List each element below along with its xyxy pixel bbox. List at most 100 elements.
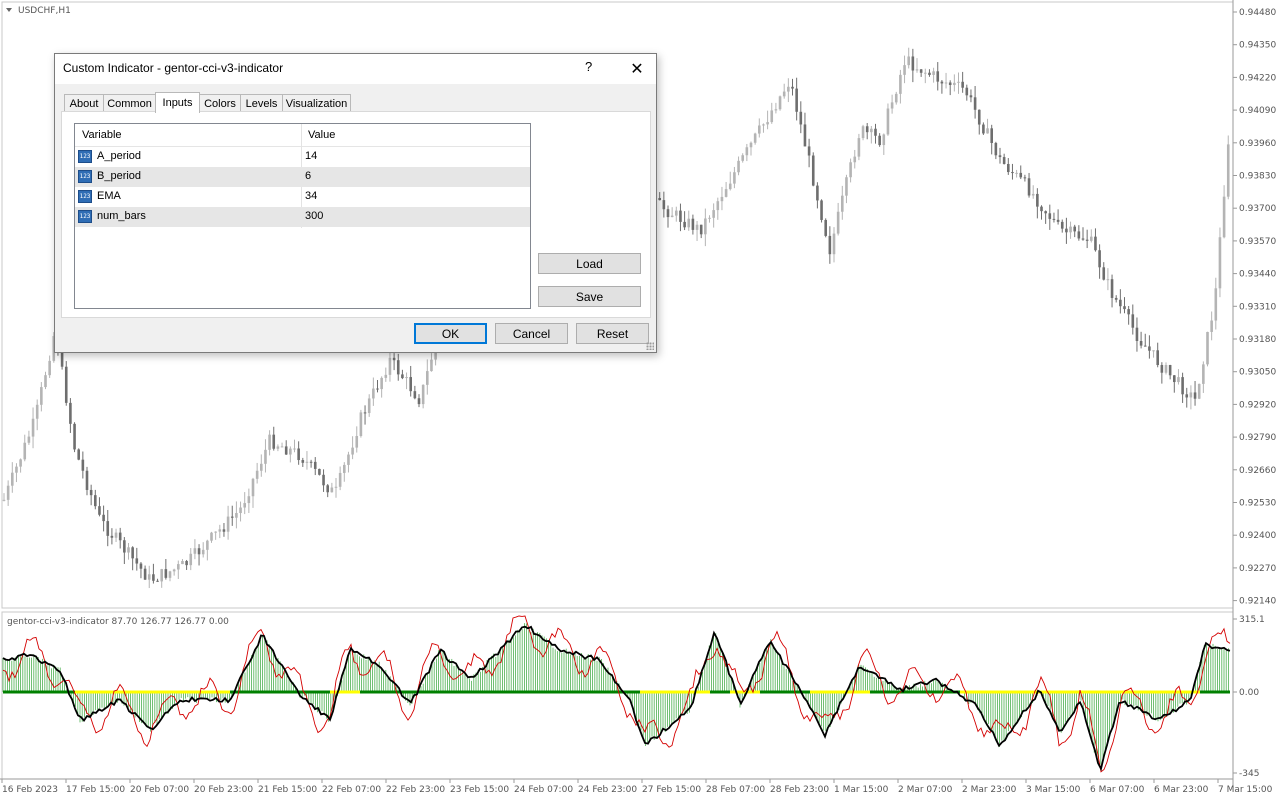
candle-body (728, 183, 732, 190)
candle-body (396, 360, 400, 375)
candle-body (724, 189, 728, 197)
time-tick-label: 20 Feb 23:00 (194, 785, 253, 795)
tab-about[interactable]: About (64, 94, 104, 112)
tab-inputs[interactable]: Inputs (155, 92, 200, 113)
reset-button[interactable]: Reset (576, 323, 649, 344)
time-tick-label: 6 Mar 23:00 (1154, 785, 1209, 795)
candle-body (405, 377, 408, 379)
candle-body (753, 133, 757, 143)
dropdown-triangle-icon[interactable] (6, 8, 12, 12)
candle-body (749, 142, 753, 148)
candle-body (1189, 392, 1193, 398)
candle-body (770, 110, 774, 123)
column-header-variable[interactable]: Variable (82, 129, 122, 141)
load-button[interactable]: Load (538, 253, 641, 274)
close-icon[interactable]: ✕ (623, 55, 651, 81)
tab-levels[interactable]: Levels (240, 94, 283, 112)
candle-body (64, 366, 68, 403)
candle-body (268, 434, 271, 450)
candle-body (878, 135, 881, 146)
integer-type-icon: 123 (78, 210, 92, 223)
candle-body (795, 88, 798, 112)
candle-body (924, 72, 927, 74)
candle-body (907, 56, 910, 66)
candle-body (214, 531, 217, 533)
candle-body (745, 147, 749, 156)
candle-body (218, 529, 222, 532)
candle-body (1164, 364, 1168, 373)
candle-body (903, 65, 906, 75)
candle-body (1077, 231, 1081, 239)
time-tick-label: 22 Feb 07:00 (322, 785, 381, 795)
integer-type-icon: 123 (78, 190, 92, 203)
candle-body (1073, 226, 1076, 232)
time-tick-label: 21 Feb 15:00 (258, 785, 317, 795)
candle-body (1139, 341, 1143, 346)
candle-body (77, 449, 80, 460)
candle-body (367, 398, 371, 414)
candle-body (899, 74, 902, 94)
price-tick-label: 0.92270 (1239, 564, 1276, 574)
row-value[interactable]: 14 (305, 150, 317, 162)
table-row[interactable]: 123 EMA 34 (75, 187, 530, 207)
candle-body (1197, 383, 1201, 399)
table-row[interactable]: 123 A_period 14 (75, 147, 530, 167)
candle-body (1185, 394, 1189, 398)
candle-body (85, 470, 89, 490)
candle-body (23, 442, 27, 460)
candle-body (948, 82, 952, 86)
tab-common[interactable]: Common (103, 94, 156, 112)
candle-body (758, 125, 761, 134)
price-tick-label: 0.93570 (1239, 237, 1276, 247)
candle-body (961, 81, 964, 88)
table-row[interactable]: 123 B_period 6 (75, 167, 530, 187)
candle-body (919, 69, 923, 73)
price-tick-label: 0.93310 (1239, 302, 1276, 312)
candle-body (1123, 306, 1126, 310)
candle-body (338, 472, 342, 487)
row-value[interactable]: 300 (305, 210, 323, 222)
inputs-panel: Variable Value 123 A_period 14 123 B_per… (61, 111, 651, 318)
tab-colors[interactable]: Colors (199, 94, 241, 112)
candle-body (720, 196, 724, 202)
custom-indicator-dialog: Custom Indicator - gentor-cci-v3-indicat… (54, 53, 657, 353)
candle-body (181, 561, 184, 565)
candle-body (143, 568, 147, 580)
candle-body (1098, 250, 1101, 268)
ok-button[interactable]: OK (414, 323, 487, 344)
candle-body (969, 95, 973, 98)
dialog-title: Custom Indicator - gentor-cci-v3-indicat… (63, 61, 284, 75)
cancel-button[interactable]: Cancel (495, 323, 568, 344)
candle-body (388, 357, 392, 375)
candle-body (699, 224, 703, 235)
candle-body (106, 521, 110, 536)
candle-body (832, 233, 836, 255)
price-tick-label: 0.93440 (1239, 270, 1276, 280)
candle-body (359, 412, 363, 436)
indicator-tick-label: 0.00 (1239, 688, 1259, 698)
time-tick-label: 23 Feb 15:00 (450, 785, 509, 795)
save-button[interactable]: Save (538, 286, 641, 307)
candle-body (799, 111, 803, 125)
candle-body (301, 460, 305, 463)
candle-body (384, 374, 388, 378)
candle-body (1193, 392, 1197, 399)
candle-body (60, 351, 64, 367)
candle-body (1015, 172, 1018, 174)
row-value[interactable]: 6 (305, 170, 311, 182)
help-button[interactable]: ? (585, 59, 592, 74)
candle-body (6, 485, 10, 500)
candle-body (890, 102, 894, 109)
candle-body (915, 69, 919, 71)
resize-grip-icon[interactable] (646, 342, 654, 350)
table-row[interactable]: 123 num_bars 300 (75, 207, 530, 227)
column-header-value[interactable]: Value (308, 129, 335, 141)
candle-body (247, 496, 251, 504)
time-tick-label: 2 Mar 07:00 (898, 785, 953, 795)
candle-body (135, 558, 139, 564)
candle-body (712, 210, 715, 218)
row-value[interactable]: 34 (305, 190, 317, 202)
tab-visualization[interactable]: Visualization (282, 94, 351, 112)
price-tick-label: 0.92790 (1239, 433, 1276, 443)
candle-body (326, 485, 329, 493)
